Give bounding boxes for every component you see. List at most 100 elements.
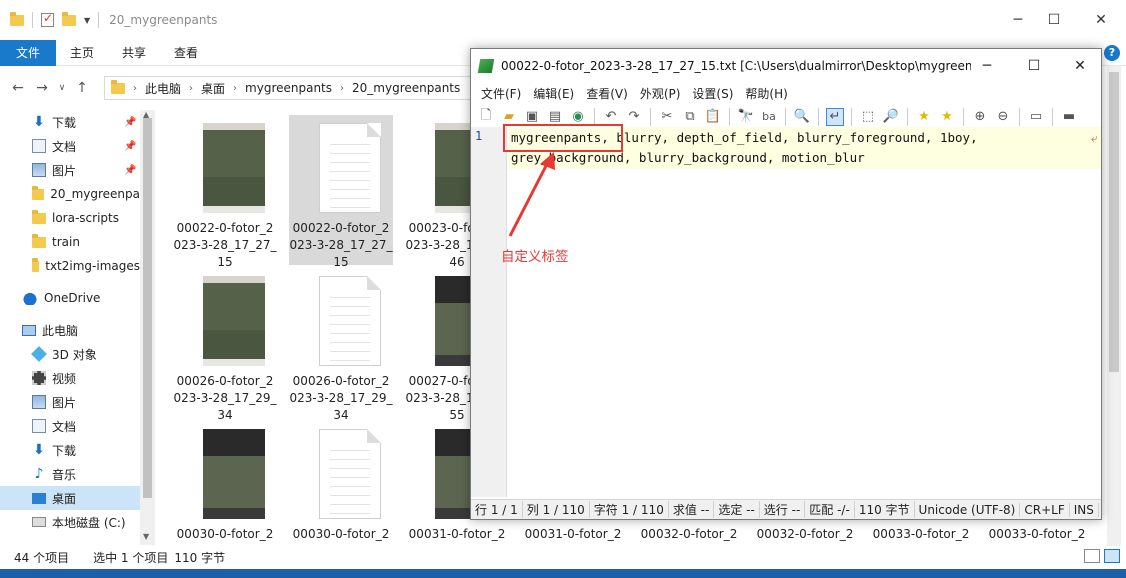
zoom-out-icon[interactable]: ⊖ [994,108,1012,126]
menu-settings[interactable]: 设置(S) [686,85,739,102]
file-tile[interactable]: 00030-0-fotor_2023-3-28_17_2 [173,421,277,545]
zoom-search-icon[interactable]: 🔎 [882,108,900,126]
file-tile[interactable]: 00022-0-fotor_2023-3-28_17_27_15 [289,115,393,269]
zoom-in-icon[interactable]: ⊕ [971,108,989,126]
browse-icon[interactable]: ◉ [569,108,587,126]
save-icon[interactable]: ▣ [523,108,541,126]
bookmark-add-icon[interactable]: ★ [938,108,956,126]
new-file-icon[interactable]: 🗋 [477,108,495,126]
sidebar-item-downloads[interactable]: ⬇ 下载 📌 [0,110,140,134]
tab-share[interactable]: 共享 [108,40,160,66]
sidebar-item-documents[interactable]: 文档 📌 [0,134,140,158]
breadcrumb-item[interactable]: 20_mygreenpants [352,81,460,95]
copy-icon[interactable]: ⧉ [681,108,699,126]
breadcrumb-item[interactable]: mygreenpants [245,81,332,95]
sidebar-item-txt2img-images[interactable]: txt2img-images [0,254,140,278]
folder-icon [32,209,46,224]
picture-icon [32,395,46,409]
properties-icon[interactable] [41,11,54,27]
sidebar-item-pictures-pc[interactable]: 图片 [0,390,140,414]
status-line: 行 1 / 1 [471,501,523,518]
scroll-down-icon[interactable]: ▼ [143,532,149,541]
tab-view[interactable]: 查看 [160,40,212,66]
maximize-button[interactable]: ☐ [1031,0,1077,40]
sidebar-item-desktop[interactable]: 桌面 [0,486,140,510]
find-icon[interactable]: 🔭 [737,108,755,126]
tab-home[interactable]: 主页 [56,40,108,66]
sidebar-item-label: 音乐 [52,467,77,482]
sidebar-item-3d-objects[interactable]: 3D 对象 [0,342,140,366]
status-evaluate: 求值 -- [669,501,715,518]
close-button[interactable]: ✕ [1078,0,1124,40]
status-encoding[interactable]: Unicode (UTF-8) [915,502,1021,517]
recent-dropdown-icon[interactable]: ∨ [54,83,70,93]
sidebar-item-label: txt2img-images [45,259,140,273]
scrollbar-thumb[interactable] [143,118,152,498]
status-eol[interactable]: CR+LF [1020,502,1070,517]
help-icon[interactable]: ? [1104,45,1120,61]
pin-icon: 📌 [124,164,137,176]
menu-edit[interactable]: 编辑(E) [527,85,580,102]
content-scrollbar[interactable] [1107,66,1121,546]
sidebar-item-videos[interactable]: 视频 [0,366,140,390]
sidebar-item-onedrive[interactable]: OneDrive [0,286,140,310]
word-wrap-icon[interactable]: ↵ [826,107,844,126]
minimize-button[interactable]: ─ [964,49,1010,83]
menu-view[interactable]: 查看(V) [580,85,634,102]
new-folder-icon[interactable] [62,11,76,26]
forward-icon[interactable]: → [30,80,54,96]
close-button[interactable]: ✕ [1057,49,1103,83]
sidebar-item-pictures[interactable]: 图片 📌 [0,158,140,182]
redo-icon[interactable]: ↷ [625,108,643,126]
status-column: 列 1 / 110 [523,501,590,518]
customize-dropdown-icon[interactable]: ▼ [84,16,90,25]
open-folder-icon[interactable]: ▰ [500,108,518,126]
menu-appearance[interactable]: 外观(P) [634,85,687,102]
back-icon[interactable]: ← [6,80,30,96]
divider [1052,107,1053,126]
pin-icon: 📌 [124,140,137,152]
goto-icon[interactable]: 🔍 [793,108,811,126]
address-bar[interactable]: › 此电脑 › 桌面 › mygreenpants › 20_mygreenpa… [104,76,484,100]
select-icon[interactable]: ⬚ [859,108,877,126]
maximize-button[interactable]: ☐ [1011,49,1057,83]
divider [963,107,964,126]
details-view-icon[interactable] [1084,549,1100,563]
document-icon [32,419,46,433]
large-icons-view-icon[interactable] [1104,549,1120,563]
file-tile[interactable]: 00022-0-fotor_2023-3-28_17_27_15 [173,115,277,269]
sidebar-item-20-mygreenpants[interactable]: 20_mygreenpa [0,182,140,206]
tab-file[interactable]: 文件 [0,39,57,66]
breadcrumb-item[interactable]: 此电脑 [145,80,181,97]
replace-icon[interactable]: ba [760,108,778,126]
bookmark-star-icon[interactable]: ★ [915,108,933,126]
up-icon[interactable]: ↑ [70,80,94,96]
sidebar-item-this-pc[interactable]: 此电脑 [0,318,140,342]
text-file-icon [319,276,381,366]
chevron-right-icon: › [133,82,137,94]
sidebar-item-downloads-pc[interactable]: ⬇ 下载 [0,438,140,462]
quick-access-toolbar: ▼ [0,0,100,40]
scheme-icon[interactable]: ▭ [1027,108,1045,126]
status-matches: 匹配 -/- [805,501,855,518]
sidebar-item-train[interactable]: train [0,230,140,254]
sidebar-item-documents-pc[interactable]: 文档 [0,414,140,438]
paste-icon[interactable]: 📋 [704,108,722,126]
file-name: 00022-0-fotor_2023-3-28_17_27_15 [289,221,393,269]
image-thumbnail [203,276,265,366]
undo-icon[interactable]: ↶ [602,108,620,126]
file-tile[interactable]: 00026-0-fotor_2023-3-28_17_29_34 [173,268,277,422]
file-tile[interactable]: 00030-0-fotor_2023-3-28_17_2 [289,421,393,545]
save-as-icon[interactable]: ▤ [546,108,564,126]
breadcrumb-item[interactable]: 桌面 [201,80,225,97]
run-icon[interactable]: ▬ [1060,108,1078,126]
file-tile[interactable]: 00026-0-fotor_2023-3-28_17_29_34 [289,268,393,422]
sidebar-item-local-disk[interactable]: 本地磁盘 (C:) [0,510,140,534]
sidebar-item-music[interactable]: ♪ 音乐 [0,462,140,486]
cut-icon[interactable]: ✂ [658,108,676,126]
scrollbar-thumb[interactable] [1109,72,1119,372]
menu-help[interactable]: 帮助(H) [739,85,793,102]
menu-file[interactable]: 文件(F) [475,85,527,102]
sidebar-scrollbar[interactable]: ▲ ▼ [140,110,155,545]
sidebar-item-lora-scripts[interactable]: lora-scripts [0,206,140,230]
